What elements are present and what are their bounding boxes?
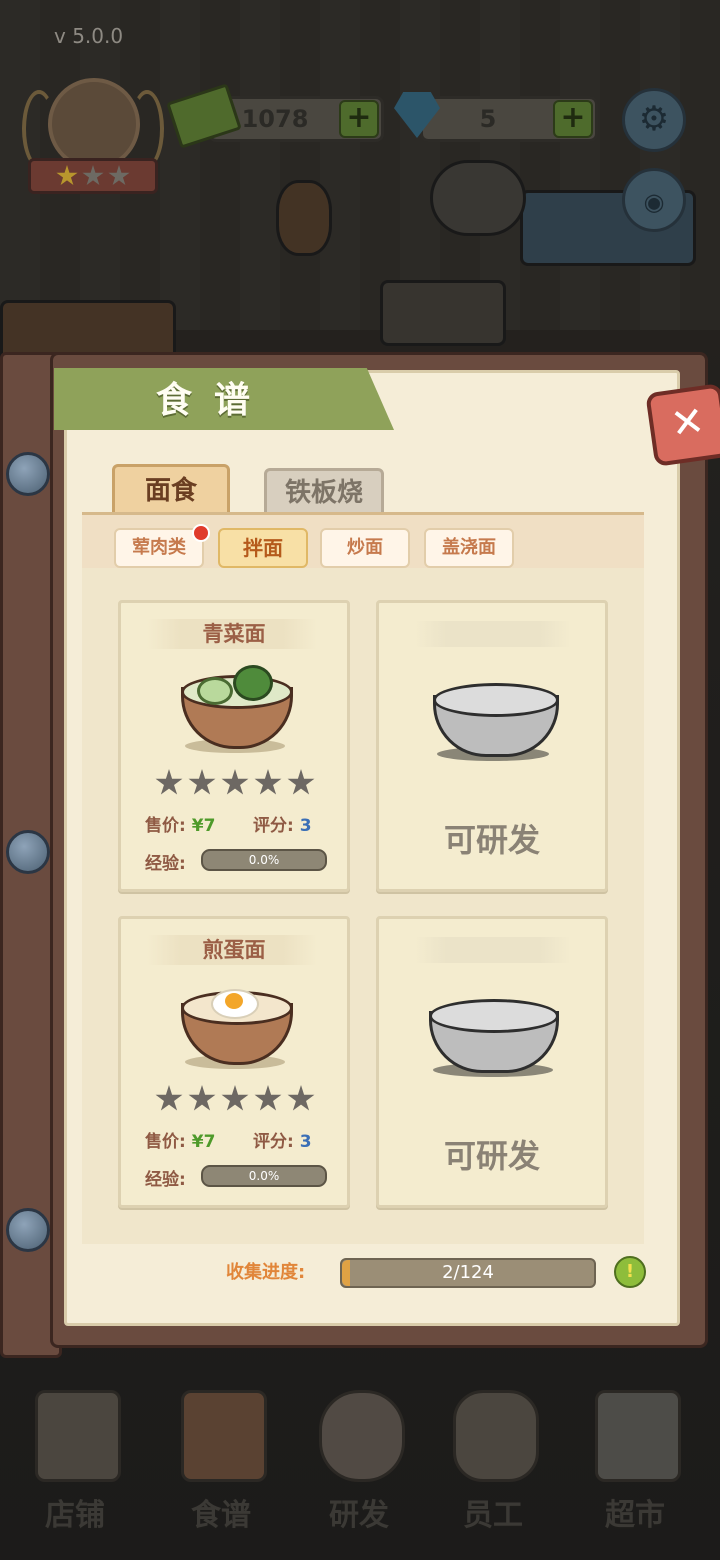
recipe-list: 青菜面 售价: ¥7 评分: 3 经验: 0.0% 可研发 煎蛋面 售价: ¥7… <box>82 568 644 1244</box>
gem-value: 5 <box>479 105 497 133</box>
version-label: v 5.0.0 <box>54 24 124 48</box>
recipe-card[interactable]: 煎蛋面 售价: ¥7 评分: 3 经验: 0.0% <box>118 916 350 1208</box>
nav-staff[interactable]: 员工 <box>428 1380 558 1550</box>
score-label: 评分: <box>253 1132 294 1152</box>
tab-teppanyaki[interactable]: 铁板烧 <box>264 468 384 518</box>
star-icon <box>188 769 216 795</box>
greens-noodle-bowl-icon <box>181 665 293 753</box>
rank-star-icon <box>82 165 104 186</box>
collection-progress-label: 收集进度: <box>226 1262 306 1283</box>
camera-button[interactable]: ◉ <box>622 168 686 232</box>
recipe-book-icon <box>181 1390 267 1482</box>
rank-stars <box>28 158 158 194</box>
egg-noodle-bowl-icon <box>181 981 293 1069</box>
exp-label: 经验: <box>145 854 186 874</box>
nav-label: 食谱 <box>191 1498 251 1533</box>
hidden-name-bar <box>415 621 571 647</box>
close-button[interactable]: ✕ <box>645 383 720 467</box>
rank-star-icon <box>56 165 78 186</box>
locked-noodle-bowl-icon <box>429 989 559 1077</box>
locked-recipe-card[interactable]: 可研发 <box>376 916 608 1208</box>
settings-button[interactable]: ⚙ <box>622 88 686 152</box>
score-value: 3 <box>299 816 312 836</box>
subtab-topped-noodles[interactable]: 盖浇面 <box>424 528 514 568</box>
star-icon <box>155 1085 183 1111</box>
star-icon <box>254 1085 282 1111</box>
subtab-fried-noodles[interactable]: 炒面 <box>320 528 410 568</box>
score-value: 3 <box>299 1132 312 1152</box>
researchable-label: 可研发 <box>443 821 540 859</box>
nav-recipes[interactable]: 食谱 <box>156 1380 286 1550</box>
price-label: 售价: <box>145 816 186 836</box>
price-value: ¥7 <box>191 1132 216 1152</box>
shop-rank-badge[interactable] <box>20 70 164 195</box>
gear-icon: ⚙ <box>638 99 670 139</box>
star-icon <box>287 1085 315 1111</box>
star-icon <box>155 769 183 795</box>
camera-icon: ◉ <box>643 188 665 216</box>
subtab-meat[interactable]: 荤肉类 <box>114 528 204 568</box>
score-stat: 评分: 3 <box>253 1127 312 1152</box>
shop-icon <box>35 1390 121 1482</box>
nav-label: 店铺 <box>45 1498 105 1533</box>
panel-title: 食谱 <box>155 380 272 421</box>
collection-progress-fill <box>342 1260 350 1286</box>
binder-ring-icon <box>6 830 50 874</box>
notification-dot <box>192 524 210 542</box>
exclamation-icon: ! <box>625 1261 635 1282</box>
cash-register-icon <box>595 1390 681 1482</box>
exp-label: 经验: <box>145 1170 186 1190</box>
rank-star-icon <box>108 165 130 186</box>
nav-research[interactable]: 研发 <box>294 1380 424 1550</box>
star-icon <box>287 769 315 795</box>
collection-progress-bar: 2/124 <box>340 1258 596 1288</box>
nav-label: 员工 <box>463 1498 523 1533</box>
staff-icon <box>453 1390 539 1482</box>
recipe-stars <box>155 769 315 797</box>
progress-info-button[interactable]: ! <box>614 1256 646 1288</box>
gem-bar: 5 + <box>420 96 598 142</box>
star-icon <box>254 769 282 795</box>
locked-noodle-bowl-icon <box>433 673 559 761</box>
close-icon: ✕ <box>667 397 708 449</box>
collection-progress-text: 2/124 <box>442 1262 494 1283</box>
nav-shop[interactable]: 店铺 <box>10 1380 140 1550</box>
hidden-name-bar <box>415 937 571 963</box>
researchable-label: 可研发 <box>443 1137 540 1175</box>
star-icon <box>188 1085 216 1111</box>
recipe-name: 青菜面 <box>202 622 266 646</box>
recipe-stars <box>155 1085 315 1113</box>
noodle-bowl-icon <box>48 78 140 170</box>
subtab-mixed-noodles[interactable]: 拌面 <box>218 528 308 568</box>
cooking-pot-icon <box>319 1390 405 1482</box>
add-gems-button[interactable]: + <box>553 100 593 138</box>
star-icon <box>221 769 249 795</box>
price-label: 售价: <box>145 1132 186 1152</box>
binder-ring-icon <box>6 1208 50 1252</box>
tab-noodles[interactable]: 面食 <box>112 464 230 518</box>
price-stat: 售价: ¥7 <box>145 811 215 836</box>
locked-recipe-card[interactable]: 可研发 <box>376 600 608 892</box>
nav-label: 研发 <box>329 1498 389 1533</box>
star-icon <box>221 1085 249 1111</box>
nav-supermarket[interactable]: 超市 <box>570 1380 700 1550</box>
exp-progress-bar: 0.0% <box>201 1165 327 1187</box>
price-value: ¥7 <box>191 816 216 836</box>
binder-ring-icon <box>6 452 50 496</box>
exp-progress-bar: 0.0% <box>201 849 327 871</box>
add-money-button[interactable]: + <box>339 100 379 138</box>
bottom-navigation: 店铺 食谱 研发 员工 超市 <box>0 1380 720 1560</box>
nav-label: 超市 <box>605 1498 665 1533</box>
score-stat: 评分: 3 <box>253 811 312 836</box>
score-label: 评分: <box>253 816 294 836</box>
recipe-name: 煎蛋面 <box>202 938 266 962</box>
price-stat: 售价: ¥7 <box>145 1127 215 1152</box>
recipe-card[interactable]: 青菜面 售价: ¥7 评分: 3 经验: 0.0% <box>118 600 350 892</box>
